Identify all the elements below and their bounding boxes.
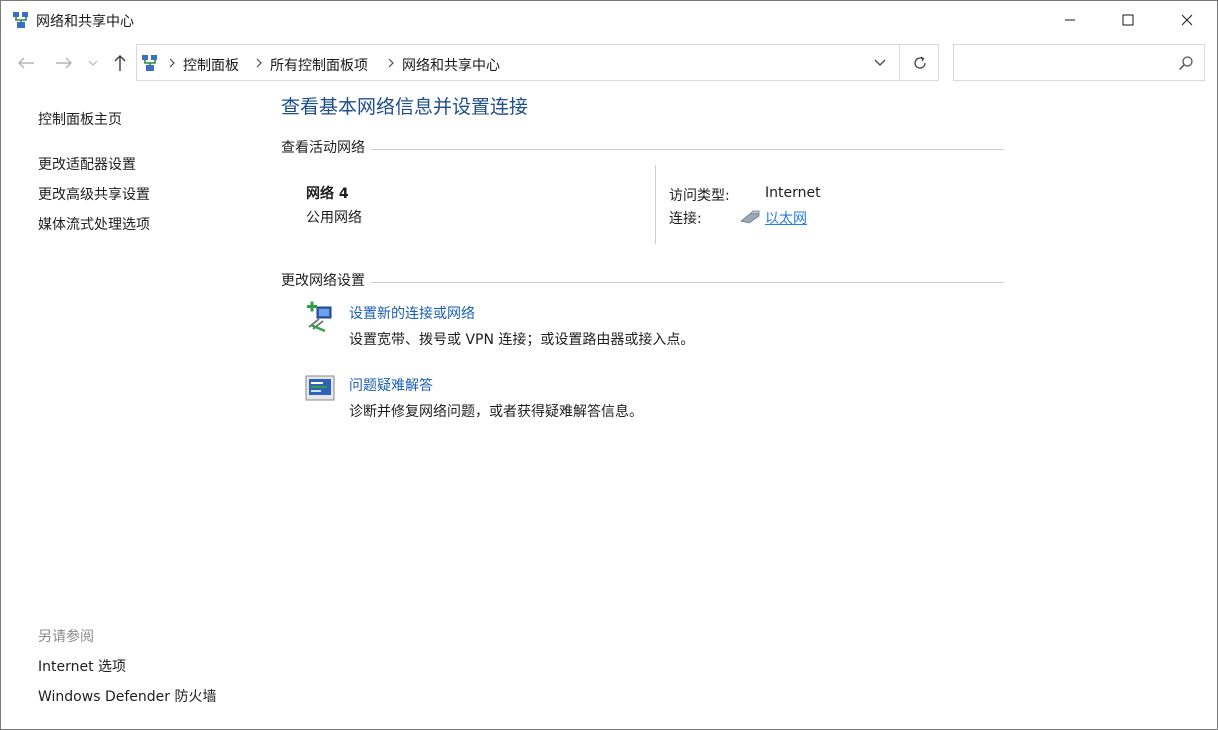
setup-new-connection-link[interactable]: 设置新的连接或网络 — [349, 303, 475, 323]
section-divider — [281, 149, 1004, 150]
ethernet-icon — [740, 210, 760, 224]
window-title: 网络和共享中心 — [36, 14, 134, 30]
network-info-divider — [655, 165, 656, 244]
access-type-value: Internet — [765, 185, 821, 201]
page-title: 查看基本网络信息并设置连接 — [281, 96, 529, 118]
close-button[interactable] — [1158, 1, 1216, 39]
forward-button[interactable] — [52, 51, 76, 75]
sidebar-item-media-streaming-options[interactable]: 媒体流式处理选项 — [38, 214, 150, 234]
new-connection-icon — [307, 301, 332, 333]
chevron-down-icon — [88, 60, 98, 66]
search-box[interactable] — [953, 44, 1205, 81]
sidebar-item-control-panel-home[interactable]: 控制面板主页 — [38, 109, 122, 129]
address-history-dropdown[interactable] — [865, 45, 895, 80]
close-icon — [1181, 14, 1193, 26]
network-icon — [13, 12, 28, 28]
network-sharing-center-window: 网络和共享中心 控制面板 所有控制面板项 网络和共享中心 控制面板主页 更改适配… — [0, 0, 1218, 730]
chevron-right-icon — [169, 58, 175, 68]
chevron-right-icon — [256, 58, 262, 68]
search-icon[interactable] — [1178, 55, 1194, 71]
troubleshoot-icon — [305, 375, 335, 401]
breadcrumb-control-panel[interactable]: 控制面板 — [183, 55, 239, 75]
see-also-windows-defender-firewall[interactable]: Windows Defender 防火墙 — [38, 686, 216, 706]
active-networks-heading: 查看活动网络 — [281, 137, 371, 157]
breadcrumb-all-control-panel-items[interactable]: 所有控制面板项 — [270, 55, 368, 75]
refresh-button[interactable] — [899, 45, 940, 80]
refresh-icon — [914, 55, 926, 69]
title-bar[interactable]: 网络和共享中心 — [1, 1, 1217, 39]
address-bar[interactable]: 控制面板 所有控制面板项 网络和共享中心 — [136, 44, 939, 81]
network-type: 公用网络 — [306, 210, 362, 226]
troubleshoot-problems-description: 诊断并修复网络问题，或者获得疑难解答信息。 — [349, 404, 643, 420]
minimize-icon — [1065, 19, 1075, 21]
section-divider — [281, 282, 1004, 283]
see-also-internet-options[interactable]: Internet 选项 — [38, 656, 126, 676]
back-button[interactable] — [14, 51, 38, 75]
sidebar-item-change-adapter-settings[interactable]: 更改适配器设置 — [38, 154, 136, 174]
maximize-icon — [1122, 14, 1134, 26]
arrow-right-icon — [56, 57, 72, 69]
control-panel-icon — [142, 55, 157, 71]
minimize-button[interactable] — [1041, 1, 1099, 39]
troubleshoot-problems-link[interactable]: 问题疑难解答 — [349, 375, 433, 395]
arrow-up-icon — [114, 55, 126, 71]
ethernet-connection-link[interactable]: 以太网 — [765, 208, 807, 228]
see-also-heading: 另请参阅 — [38, 629, 94, 645]
setup-new-connection-description: 设置宽带、拨号或 VPN 连接；或设置路由器或接入点。 — [349, 332, 695, 348]
maximize-button[interactable] — [1099, 1, 1157, 39]
arrow-left-icon — [18, 57, 34, 69]
change-settings-heading: 更改网络设置 — [281, 270, 371, 290]
connection-label: 连接: — [669, 211, 702, 227]
breadcrumb-network-sharing-center[interactable]: 网络和共享中心 — [402, 55, 500, 75]
chevron-right-icon — [388, 58, 394, 68]
recent-locations-button[interactable] — [83, 51, 103, 75]
sidebar-item-advanced-sharing-settings[interactable]: 更改高级共享设置 — [38, 184, 150, 204]
chevron-down-icon — [874, 59, 886, 66]
access-type-label: 访问类型: — [669, 188, 730, 204]
network-name: 网络 4 — [306, 186, 349, 202]
up-button[interactable] — [108, 51, 132, 75]
